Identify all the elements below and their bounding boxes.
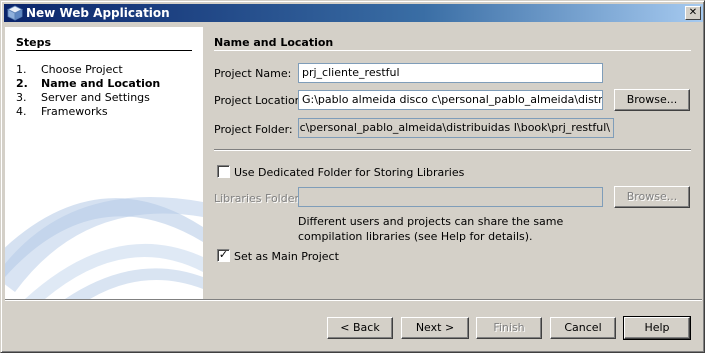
browse-libraries-button[interactable]: Browse... (614, 186, 690, 208)
cancel-button[interactable]: Cancel (550, 317, 616, 339)
next-button[interactable]: Next > (401, 317, 469, 339)
window-title: New Web Application (26, 6, 170, 20)
dedicated-folder-label: Use Dedicated Folder for Storing Librari… (234, 166, 465, 179)
project-folder-value: a disco c\personal_pablo_almeida\distrib… (299, 121, 610, 134)
project-location-input[interactable]: G:\pablo almeida disco c\personal_pablo_… (298, 90, 603, 110)
dedicated-folder-checkbox[interactable] (217, 165, 230, 178)
finish-button[interactable]: Finish (476, 317, 542, 339)
project-name-label: Project Name: (214, 67, 292, 80)
step-choose-project: 1. Choose Project (16, 63, 123, 76)
project-location-label: Project Location: (214, 94, 306, 107)
close-icon[interactable]: ✕ (685, 6, 701, 20)
content-panel: Name and Location Project Name: prj_clie… (203, 27, 702, 299)
new-web-application-dialog: New Web Application ✕ Steps 1. Choose Pro… (0, 0, 705, 353)
project-name-input[interactable]: prj_cliente_restful (298, 63, 603, 83)
steps-list: 1. Choose Project 2. Name and Location 3. S… (16, 63, 160, 119)
libraries-folder-input[interactable] (298, 187, 603, 207)
check-icon: ✓ (218, 248, 229, 261)
main-project-checkbox[interactable]: ✓ (217, 249, 230, 262)
project-folder-field: a disco c\personal_pablo_almeida\distrib… (298, 118, 614, 138)
step-name-and-location: 2. Name and Location (16, 77, 161, 90)
title-bar[interactable]: New Web Application ✕ (4, 4, 703, 22)
section-divider (214, 50, 691, 51)
step-frameworks: 4. Frameworks (16, 105, 108, 118)
steps-panel: Steps 1. Choose Project 2. Name and Locati… (5, 27, 203, 299)
steps-divider (16, 50, 192, 51)
main-project-label: Set as Main Project (234, 250, 339, 263)
steps-heading: Steps (16, 36, 52, 49)
section-separator (214, 149, 691, 151)
browse-location-button[interactable]: Browse... (614, 89, 690, 111)
footer-divider (5, 299, 702, 301)
libraries-folder-label: Libraries Folder: (214, 192, 303, 205)
help-button[interactable]: Help (623, 316, 691, 340)
project-folder-label: Project Folder: (214, 123, 293, 136)
section-title: Name and Location (214, 36, 334, 49)
libraries-help-text: Different users and projects can share t… (298, 215, 564, 243)
back-button[interactable]: < Back (327, 317, 393, 339)
netbeans-cube-icon (7, 5, 23, 21)
step-server-and-settings: 3. Server and Settings (16, 91, 150, 104)
